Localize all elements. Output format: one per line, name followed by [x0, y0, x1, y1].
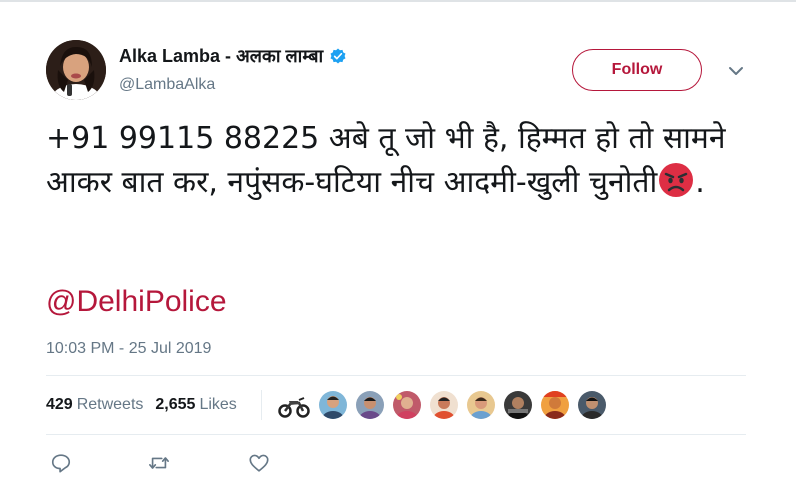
likes-label[interactable]: Likes [199, 396, 236, 414]
tweet-actions [50, 452, 270, 474]
likes-count[interactable]: 2,655 [155, 396, 195, 414]
liker-avatar[interactable] [578, 391, 606, 419]
heart-icon[interactable] [248, 452, 270, 474]
top-border [0, 0, 796, 2]
author-handle[interactable]: @LambaAlka [119, 76, 215, 94]
retweet-icon[interactable] [148, 452, 170, 474]
liker-avatar[interactable] [541, 391, 569, 419]
angry-face-icon [658, 162, 694, 198]
liker-avatar[interactable] [467, 391, 495, 419]
retweets-label[interactable]: Retweets [77, 396, 144, 414]
author-display-name[interactable]: Alka Lamba - अलका लाम्बा [119, 44, 323, 68]
divider [46, 434, 746, 435]
retweets-count[interactable]: 429 [46, 396, 73, 414]
liker-avatar[interactable] [430, 391, 458, 419]
liker-avatar[interactable] [356, 391, 384, 419]
tweet-text-end: . [695, 165, 705, 200]
liker-avatar[interactable] [504, 391, 532, 419]
liker-avatar[interactable] [393, 391, 421, 419]
author-name-row[interactable]: Alka Lamba - अलका लाम्बा [119, 44, 347, 68]
author-avatar[interactable] [46, 40, 106, 100]
tweet-text: +91 99115 88225 अबे तू जो भी है, हिम्मत … [46, 117, 756, 205]
chevron-down-icon[interactable] [727, 64, 745, 78]
tweet-stats: 429 Retweets 2,655 Likes [46, 393, 237, 417]
reply-icon[interactable] [50, 452, 72, 474]
tweet-text-body: +91 99115 88225 अबे तू जो भी है, हिम्मत … [46, 121, 726, 200]
likers-list [278, 389, 615, 421]
stats-separator [261, 390, 262, 420]
verified-badge-icon [329, 47, 347, 65]
follow-button[interactable]: Follow [572, 49, 702, 91]
tweet-timestamp[interactable]: 10:03 PM - 25 Jul 2019 [46, 340, 211, 358]
mention-link[interactable]: @DelhiPolice [46, 282, 227, 322]
liker-avatar-motorcycle[interactable] [278, 391, 310, 419]
liker-avatar[interactable] [319, 391, 347, 419]
divider [46, 375, 746, 376]
